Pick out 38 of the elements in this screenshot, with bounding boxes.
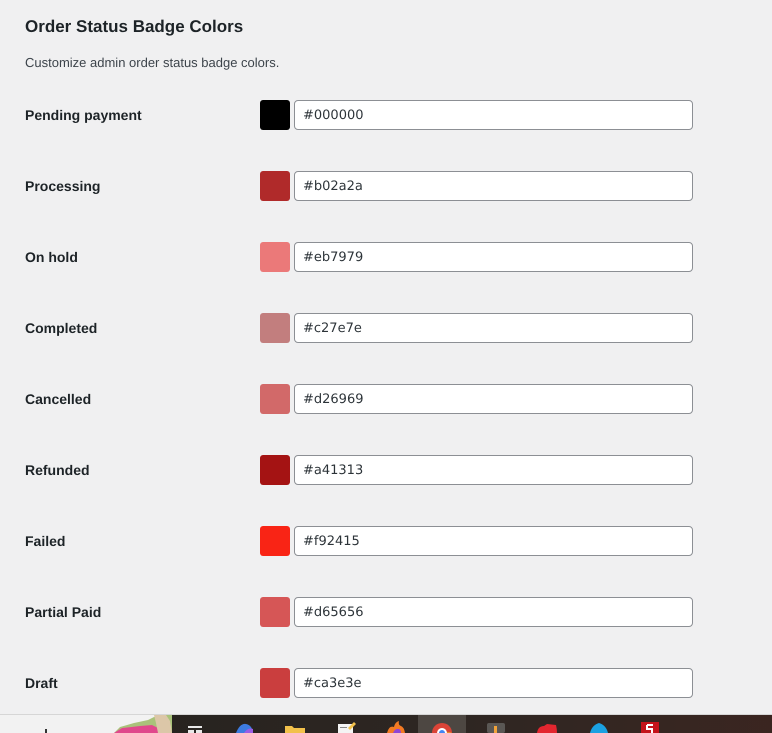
status-label: On hold — [25, 248, 78, 267]
color-input-field[interactable]: #ca3e3e — [294, 668, 693, 698]
color-input-field[interactable]: #000000 — [294, 100, 693, 130]
status-label: Failed — [25, 532, 66, 551]
flame-icon[interactable] — [386, 721, 406, 733]
color-swatch-icon[interactable] — [260, 313, 290, 343]
status-label: Pending payment — [25, 106, 142, 125]
color-swatch-icon[interactable] — [260, 242, 290, 272]
color-swatch-icon[interactable] — [260, 384, 290, 414]
notepad-icon[interactable] — [336, 722, 356, 733]
color-input-field[interactable]: #d65656 — [294, 597, 693, 627]
browser-icon — [431, 723, 453, 733]
status-label: Partial Paid — [25, 603, 102, 622]
active-app-highlight[interactable] — [418, 715, 466, 733]
color-swatch-icon[interactable] — [260, 526, 290, 556]
color-swatch-icon[interactable] — [260, 100, 290, 130]
status-label: Cancelled — [25, 390, 92, 409]
color-input-field[interactable]: #c27e7e — [294, 313, 693, 343]
color-swatch-icon[interactable] — [260, 668, 290, 698]
color-swatch-icon[interactable] — [260, 171, 290, 201]
status-label: Completed — [25, 319, 98, 338]
widget-drawing[interactable] — [114, 715, 172, 733]
status-label: Refunded — [25, 461, 90, 480]
app-icon[interactable] — [486, 722, 506, 733]
section-description: Customize admin order status badge colors. — [25, 54, 280, 72]
color-input-field[interactable]: #b02a2a — [294, 171, 693, 201]
app-icon[interactable] — [640, 721, 660, 733]
color-input-field[interactable]: #eb7979 — [294, 242, 693, 272]
status-label: Draft — [25, 674, 58, 693]
status-label: Processing — [25, 177, 100, 196]
color-input-field[interactable]: #a41313 — [294, 455, 693, 485]
folder-icon[interactable] — [284, 724, 306, 733]
color-input-field[interactable]: #f92415 — [294, 526, 693, 556]
color-input-field[interactable]: #d26969 — [294, 384, 693, 414]
color-swatch-icon[interactable] — [260, 597, 290, 627]
task-view-icon[interactable] — [186, 724, 204, 733]
section-title: Order Status Badge Colors — [25, 16, 244, 38]
color-swatch-icon[interactable] — [260, 455, 290, 485]
